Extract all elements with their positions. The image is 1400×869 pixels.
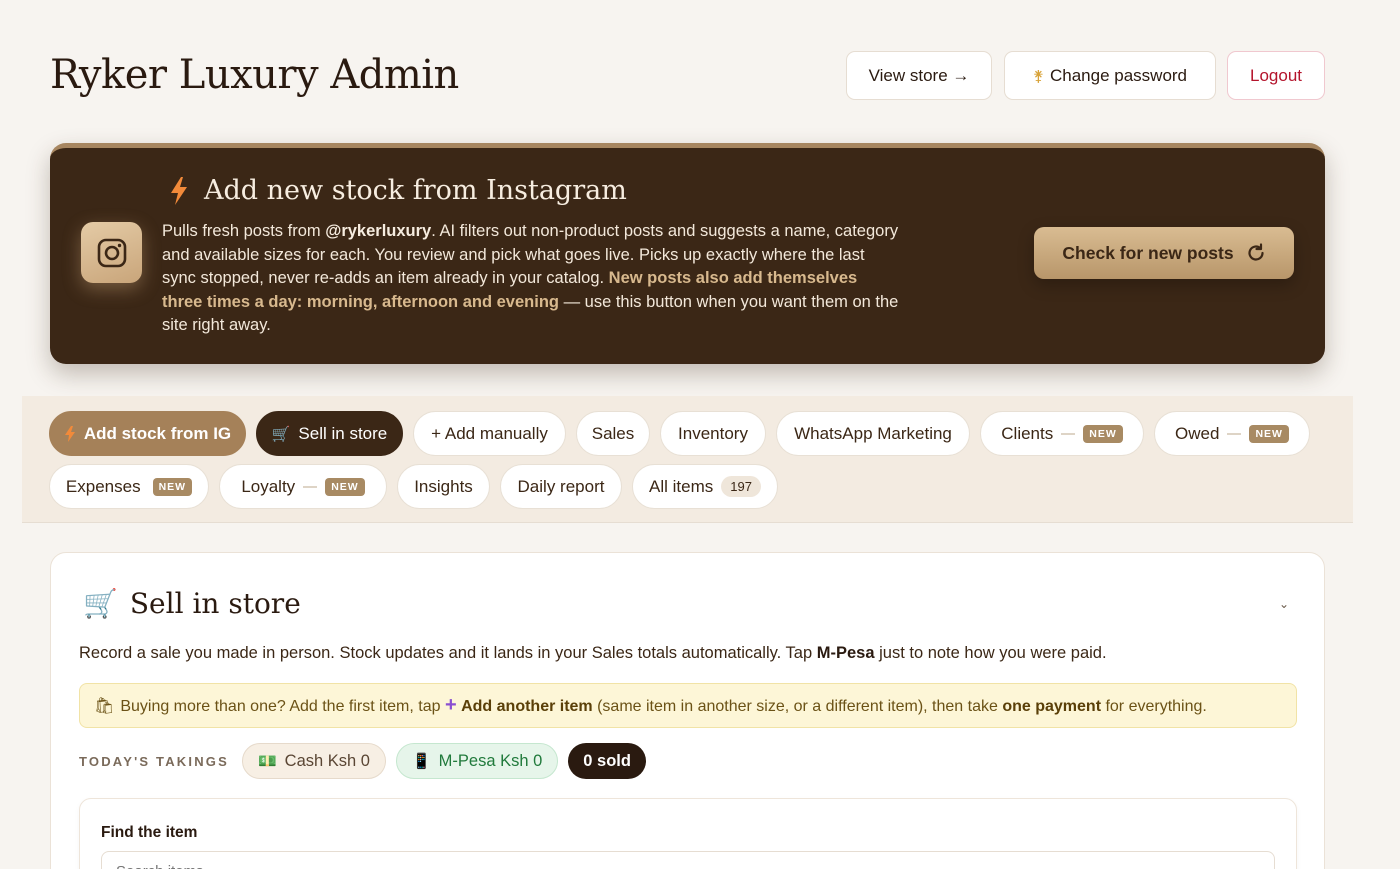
- tab-label: Clients: [1001, 423, 1054, 443]
- tab-all-items[interactable]: All items 197: [632, 464, 778, 509]
- tab-inventory[interactable]: Inventory: [660, 411, 766, 456]
- tab-label: Sell in store: [298, 423, 388, 443]
- tab-insights[interactable]: Insights: [397, 464, 490, 509]
- tab-label: WhatsApp Marketing: [794, 423, 952, 443]
- tab-sales[interactable]: Sales: [576, 411, 650, 456]
- instagram-handle: @rykerluxury: [325, 222, 432, 240]
- todays-takings: TODAY'S TAKINGS 💵 Cash Ksh 0 📱 M-Pesa Ks…: [79, 743, 646, 779]
- tab-daily-report[interactable]: Daily report: [500, 464, 622, 509]
- app-title: Ryker Luxury Admin: [50, 52, 459, 98]
- logout-button[interactable]: Logout: [1227, 51, 1325, 100]
- tip-text: Buying more than one? Add the first item…: [120, 694, 1207, 717]
- tab-owed[interactable]: Owed NEW: [1154, 411, 1310, 456]
- check-new-posts-button[interactable]: Check for new posts: [1034, 227, 1294, 279]
- tab-loyalty[interactable]: Loyalty NEW: [219, 464, 387, 509]
- shopping-bag-icon: 🛍: [94, 697, 115, 715]
- takings-label: TODAY'S TAKINGS: [79, 753, 229, 769]
- desc-part-2: just to note how you were paid.: [874, 644, 1107, 662]
- tab-label: + Add manually: [431, 423, 548, 443]
- cash-total-chip: 💵 Cash Ksh 0: [241, 743, 386, 779]
- key-icon: ⚵: [1032, 67, 1044, 85]
- mpesa-total-chip: 📱 M-Pesa Ksh 0: [395, 743, 559, 779]
- find-item-card: Find the item: [79, 798, 1297, 869]
- tab-label: Sales: [591, 423, 635, 443]
- tab-add-stock-ig[interactable]: Add stock from IG: [49, 411, 246, 456]
- tab-label: Expenses: [65, 476, 141, 496]
- new-badge: NEW: [1249, 424, 1289, 443]
- instagram-title-row: Add new stock from Instagram: [168, 175, 627, 206]
- tab-label: Daily report: [517, 476, 605, 496]
- change-password-button[interactable]: ⚵ Change password: [1004, 51, 1216, 100]
- tab-expenses[interactable]: Expenses NEW: [49, 464, 209, 509]
- tab-clients[interactable]: Clients NEW: [980, 411, 1144, 456]
- item-count-badge: 197: [721, 476, 761, 497]
- sell-title: Sell in store: [129, 587, 301, 620]
- sell-in-store-panel: 🛒 Sell in store ⌄ Record a sale you made…: [50, 552, 1325, 869]
- tab-label: Loyalty: [241, 476, 296, 496]
- search-input[interactable]: [101, 851, 1275, 869]
- instagram-sync-card: Add new stock from Instagram Pulls fresh…: [50, 143, 1325, 364]
- cart-icon: 🛒: [271, 425, 291, 443]
- new-badge: NEW: [1083, 424, 1123, 443]
- find-item-label: Find the item: [101, 824, 198, 841]
- tab-sell-in-store[interactable]: 🛒 Sell in store: [256, 411, 403, 456]
- desc-part-1: Record a sale you made in person. Stock …: [79, 644, 817, 662]
- page-header: Ryker Luxury Admin View store → ⚵ Change…: [50, 48, 1325, 104]
- cart-icon: 🛒: [83, 588, 118, 619]
- instagram-icon: [81, 222, 142, 283]
- new-badge: NEW: [152, 477, 193, 496]
- tip-part-1: Buying more than one? Add the first item…: [120, 698, 445, 715]
- sell-description: Record a sale you made in person. Stock …: [79, 644, 1107, 663]
- chevron-down-icon[interactable]: ⌄: [1279, 597, 1289, 611]
- tab-whatsapp-marketing[interactable]: WhatsApp Marketing: [776, 411, 970, 456]
- multi-item-tip: 🛍 Buying more than one? Add the first it…: [79, 683, 1297, 728]
- desc-part-1: Pulls fresh posts from: [162, 222, 326, 240]
- tip-bold-1: Add another item: [461, 698, 593, 715]
- nav-tabs: Add stock from IG 🛒 Sell in store + Add …: [22, 396, 1353, 523]
- check-new-posts-label: Check for new posts: [1062, 242, 1234, 263]
- divider: [1227, 432, 1242, 435]
- instagram-description: Pulls fresh posts from @rykerluxury. AI …: [162, 220, 902, 338]
- tab-label: Inventory: [678, 423, 748, 443]
- lightning-icon: [64, 425, 75, 442]
- view-store-button[interactable]: View store →: [846, 51, 992, 100]
- sold-count-chip: 0 sold: [568, 743, 646, 779]
- divider: [1061, 432, 1076, 435]
- mpesa-bold: M-Pesa: [816, 644, 875, 662]
- divider: [303, 485, 318, 488]
- tab-add-manually[interactable]: + Add manually: [413, 411, 566, 456]
- new-badge: NEW: [325, 477, 365, 496]
- phone-icon: 📱: [411, 753, 431, 770]
- cash-total: Cash Ksh 0: [284, 751, 370, 770]
- cash-icon: 💵: [257, 753, 277, 770]
- instagram-title: Add new stock from Instagram: [204, 175, 627, 206]
- tab-label: All items: [649, 476, 714, 496]
- plus-icon: +: [444, 694, 457, 716]
- refresh-icon: [1248, 243, 1264, 261]
- tab-label: Owed: [1175, 423, 1220, 443]
- tip-bold-2: one payment: [1002, 698, 1102, 715]
- tab-label: Add stock from IG: [83, 423, 232, 443]
- lightning-icon: [171, 176, 187, 205]
- change-password-label: Change password: [1049, 65, 1188, 85]
- sell-title-row: 🛒 Sell in store: [83, 587, 301, 620]
- tip-part-3: for everything.: [1101, 698, 1207, 715]
- tab-label: Insights: [414, 476, 473, 496]
- mpesa-total: M-Pesa Ksh 0: [438, 751, 543, 770]
- tip-part-2: (same item in another size, or a differe…: [592, 698, 1003, 715]
